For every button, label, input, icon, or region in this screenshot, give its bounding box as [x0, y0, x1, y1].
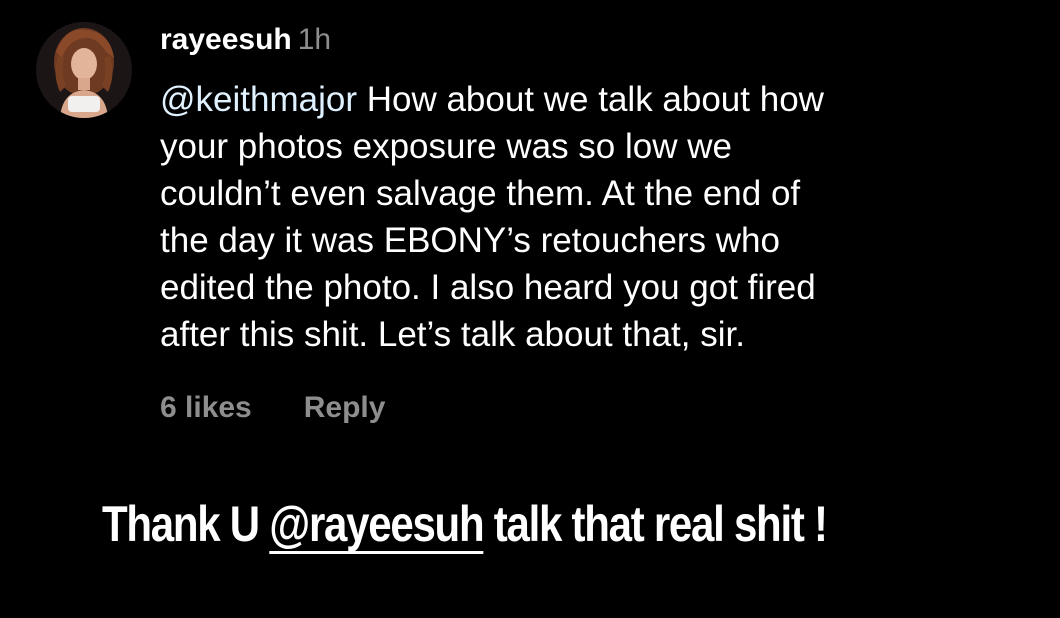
caption-text-end: talk that real shit !	[483, 496, 828, 552]
comment-header: rayeesuh 1h	[160, 20, 1040, 60]
screenshot-frame: rayeesuh 1h @keithmajor How about we talk…	[0, 0, 1060, 618]
comment-line: edited the photo. I also heard you got f…	[160, 268, 816, 307]
comment-actions: 6 likes Reply	[160, 388, 385, 428]
caption-text-start: Thank U	[102, 496, 270, 552]
comment-time: 1h	[297, 23, 332, 56]
avatar[interactable]	[36, 22, 132, 118]
comment-line: the day it was EBONY’s retouchers who	[160, 221, 780, 260]
comment-text: @keithmajor How about we talk about how …	[160, 76, 1040, 358]
caption-mention-link[interactable]: @rayeesuh	[269, 496, 484, 552]
mention-link[interactable]: @keithmajor	[160, 80, 357, 119]
reply-button[interactable]: Reply	[304, 391, 386, 424]
username[interactable]: rayeesuh	[160, 23, 292, 56]
comment-line-text: How about we talk about how	[356, 80, 824, 119]
comment-line: after this shit. Let’s talk about that, …	[160, 315, 745, 354]
profile-photo-icon	[36, 22, 132, 118]
comment-line: @keithmajor How about we talk about how	[160, 76, 1040, 123]
story-caption: Thank U @rayeesuh talk that real shit !	[102, 488, 828, 560]
comment: rayeesuh 1h @keithmajor How about we talk…	[160, 20, 1040, 358]
comment-line: couldn’t even salvage them. At the end o…	[160, 174, 801, 213]
likes-count[interactable]: 6 likes	[160, 391, 252, 424]
comment-line: your photos exposure was so low we	[160, 127, 732, 166]
